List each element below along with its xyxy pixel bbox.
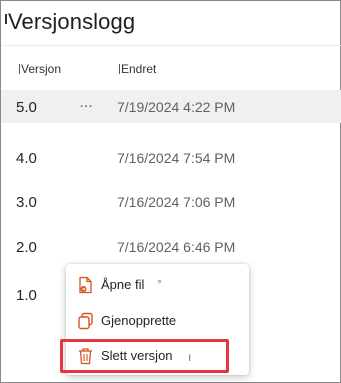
- row-version: 2.0: [16, 239, 37, 256]
- cursor-artifact: °: [157, 277, 162, 291]
- row-version: 4.0: [16, 150, 37, 167]
- version-history-panel: Versjonslogg Versjon Endret 5.0 ... 7/19…: [0, 0, 341, 383]
- menu-item-open-file[interactable]: Åpne fil °: [66, 268, 249, 302]
- row-version: 1.0: [16, 287, 37, 304]
- menu-item-restore[interactable]: Gjenopprette: [66, 304, 249, 338]
- table-row[interactable]: 3.0 7/16/2024 7:06 PM: [1, 185, 341, 218]
- row-changed-date: 7/16/2024 7:06 PM: [117, 194, 236, 210]
- row-changed-date: 7/19/2024 4:22 PM: [117, 99, 236, 115]
- more-options-icon[interactable]: ...: [75, 95, 97, 115]
- table-row[interactable]: 5.0 ... 7/19/2024 4:22 PM: [1, 90, 341, 123]
- menu-item-label: Gjenopprette: [101, 313, 177, 328]
- column-header-changed[interactable]: Endret: [121, 62, 156, 76]
- highlight-annotation: [60, 339, 229, 373]
- row-version: 5.0: [16, 99, 37, 116]
- column-header-row: Versjon Endret: [1, 45, 341, 89]
- title-grip-mark: [5, 14, 7, 24]
- restore-icon: [77, 312, 94, 330]
- panel-title: Versjonslogg: [8, 9, 136, 34]
- row-changed-date: 7/16/2024 6:46 PM: [117, 239, 236, 255]
- column-header-version[interactable]: Versjon: [21, 62, 61, 76]
- table-row[interactable]: 4.0 7/16/2024 7:54 PM: [1, 141, 341, 174]
- open-file-icon: [77, 276, 94, 294]
- menu-item-label: Åpne fil: [101, 277, 145, 292]
- row-version: 3.0: [16, 194, 37, 211]
- row-changed-date: 7/16/2024 7:54 PM: [117, 150, 236, 166]
- table-row[interactable]: 2.0 7/16/2024 6:46 PM: [1, 230, 341, 263]
